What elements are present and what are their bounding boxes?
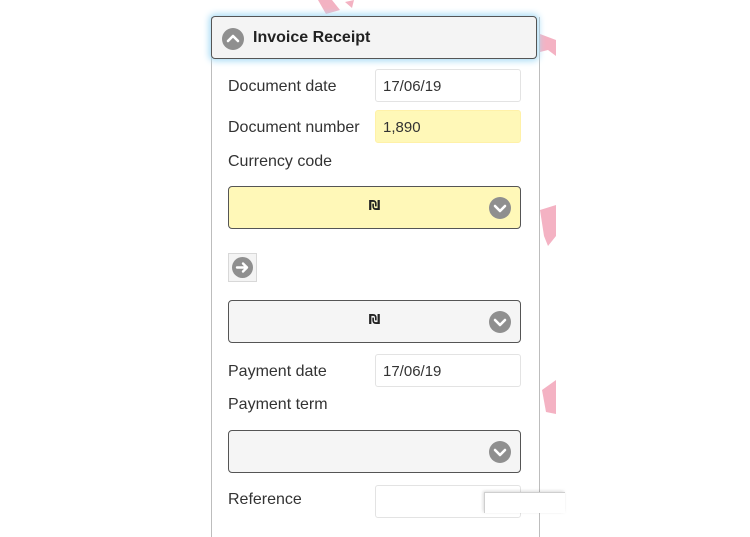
document-number-label: Document number bbox=[228, 119, 360, 136]
section-title: Invoice Receipt bbox=[253, 29, 371, 46]
chevron-down-icon bbox=[489, 441, 511, 463]
payment-date-label: Payment date bbox=[228, 363, 327, 380]
reference-label: Reference bbox=[228, 491, 302, 508]
target-currency-select[interactable]: ₪ bbox=[228, 300, 521, 343]
convert-currency-button[interactable] bbox=[228, 253, 257, 282]
chevron-down-icon bbox=[489, 197, 511, 219]
currency-code-label: Currency code bbox=[228, 153, 333, 170]
section-header[interactable]: Invoice Receipt bbox=[211, 16, 537, 59]
arrow-right-icon bbox=[232, 257, 253, 278]
document-date-label: Document date bbox=[228, 78, 337, 95]
chevron-up-icon[interactable] bbox=[222, 28, 244, 50]
payment-date-field[interactable]: 17/06/19 bbox=[375, 354, 521, 387]
target-currency-value: ₪ bbox=[368, 313, 381, 328]
currency-code-select[interactable]: ₪ bbox=[228, 186, 521, 229]
payment-term-select[interactable] bbox=[228, 430, 521, 473]
currency-code-value: ₪ bbox=[368, 199, 381, 214]
popup-overlay bbox=[484, 492, 565, 513]
payment-term-label: Payment term bbox=[228, 396, 328, 413]
document-date-field[interactable]: 17/06/19 bbox=[375, 69, 521, 102]
chevron-down-icon bbox=[489, 311, 511, 333]
document-number-field[interactable]: 1,890 bbox=[375, 110, 521, 143]
